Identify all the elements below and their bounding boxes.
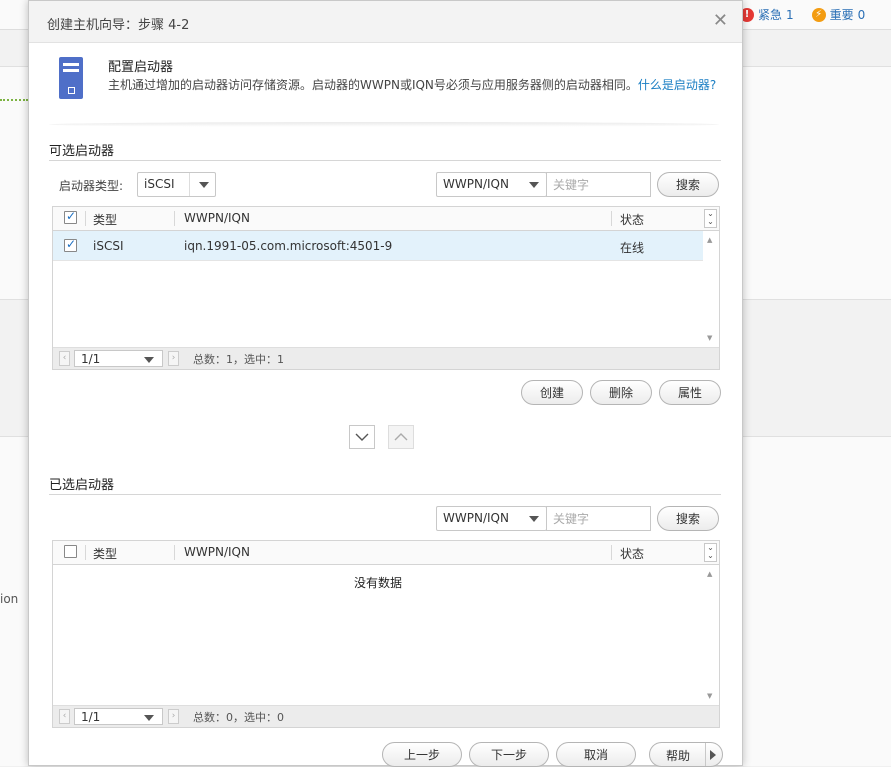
initiator-type-value: iSCSI xyxy=(144,177,175,191)
initiator-type-select[interactable]: iSCSI xyxy=(137,172,216,197)
chevron-down-icon xyxy=(189,173,215,196)
column-type[interactable]: 类型 xyxy=(93,545,117,562)
intro-description: 主机通过增加的启动器访问存储资源。启动器的WWPN或IQN号必须与应用服务器侧的… xyxy=(108,77,718,94)
column-wwpn[interactable]: WWPN/IQN xyxy=(184,211,250,225)
important-alert-count[interactable]: 0 xyxy=(858,8,866,22)
properties-button[interactable]: 属性 xyxy=(659,380,721,405)
next-page-icon[interactable]: › xyxy=(168,351,179,366)
scroll-down-icon[interactable]: ▼ xyxy=(707,692,712,700)
help-label[interactable]: 帮助 xyxy=(666,747,690,764)
dialog-header: 创建主机向导：步骤 4-2 ✕ xyxy=(29,1,742,43)
server-icon xyxy=(59,57,83,99)
row-status: 在线 xyxy=(620,241,645,255)
delete-button[interactable]: 删除 xyxy=(590,380,652,405)
pager-info: 总数：1，选中：1 xyxy=(193,353,284,366)
column-menu-icon[interactable]: ⌄ ⌄ xyxy=(704,543,717,562)
available-initiators-grid: 类型 WWPN/IQN 状态 ⌄⌄ iSCSI iqn.1991-05.com.… xyxy=(52,206,720,370)
column-menu-icon[interactable]: ⌄ ⌄ xyxy=(704,209,717,228)
page-select[interactable]: 1/1 xyxy=(74,350,163,367)
initiator-type-label: 启动器类型: xyxy=(59,179,124,193)
available-keyword-input[interactable] xyxy=(546,172,651,197)
available-search-button[interactable]: 搜索 xyxy=(657,172,719,197)
chevron-down-icon xyxy=(144,715,154,721)
available-pager: ‹ 1/1 › 总数：1，选中：1 xyxy=(53,347,719,369)
select-all-checkbox[interactable] xyxy=(64,545,77,558)
selected-filter-select[interactable]: WWPN/IQN xyxy=(436,506,547,531)
page-value: 1/1 xyxy=(81,710,101,724)
move-down-button[interactable] xyxy=(349,425,375,449)
column-status[interactable]: 状态 xyxy=(620,545,644,562)
dialog-title: 创建主机向导：步骤 4-2 xyxy=(47,18,190,33)
row-type: iSCSI xyxy=(93,239,124,253)
background-dotted-line xyxy=(0,99,28,101)
page-select[interactable]: 1/1 xyxy=(74,708,163,725)
row-wwpn: iqn.1991-05.com.microsoft:4501-9 xyxy=(184,239,393,253)
grid-header: 类型 WWPN/IQN 状态 ⌄⌄ xyxy=(53,541,719,565)
chevron-right-icon[interactable] xyxy=(710,750,716,760)
section-divider xyxy=(49,160,721,161)
page-value: 1/1 xyxy=(81,352,101,366)
selected-keyword-input[interactable] xyxy=(546,506,651,531)
column-status[interactable]: 状态 xyxy=(620,211,644,228)
scroll-up-icon[interactable]: ▲ xyxy=(707,570,712,578)
create-button[interactable]: 创建 xyxy=(521,380,583,405)
grid-header: 类型 WWPN/IQN 状态 ⌄⌄ xyxy=(53,207,719,231)
selected-initiators-grid: 类型 WWPN/IQN 状态 ⌄ ⌄ 没有数据 ▲ ▼ ‹ 1/1 › 总数：0，… xyxy=(52,540,720,728)
what-is-initiator-link[interactable]: 什么是启动器? xyxy=(638,78,716,92)
available-filter-value: WWPN/IQN xyxy=(443,177,509,191)
selected-pager: ‹ 1/1 › 总数：0，选中：0 xyxy=(53,705,719,727)
available-filter-select[interactable]: WWPN/IQN xyxy=(436,172,547,197)
alert-summary: ! 紧急 1 ⚡ 重要 0 xyxy=(740,6,865,23)
selected-filter-value: WWPN/IQN xyxy=(443,511,509,525)
urgent-alert-label[interactable]: 紧急 xyxy=(758,6,782,23)
help-split-button[interactable]: 帮助 xyxy=(649,742,723,767)
scroll-up-icon[interactable]: ▲ xyxy=(707,236,712,244)
selected-search-button[interactable]: 搜索 xyxy=(657,506,719,531)
empty-message: 没有数据 xyxy=(353,576,402,590)
chevron-down-icon xyxy=(355,433,369,441)
important-alert-label[interactable]: 重要 xyxy=(830,6,854,23)
selected-initiators-title: 已选启动器 xyxy=(49,478,115,493)
scroll-down-icon[interactable]: ▼ xyxy=(707,334,712,342)
chevron-down-icon xyxy=(520,507,546,530)
chevron-up-icon xyxy=(394,433,408,441)
cancel-button[interactable]: 取消 xyxy=(556,742,636,767)
pager-info: 总数：0，选中：0 xyxy=(193,711,284,724)
previous-step-button[interactable]: 上一步 xyxy=(382,742,462,767)
urgent-alert-count[interactable]: 1 xyxy=(786,8,794,22)
vertical-scrollbar[interactable]: ▲ ▼ xyxy=(703,565,719,705)
chevron-down-icon xyxy=(144,357,154,363)
create-host-wizard-dialog: 创建主机向导：步骤 4-2 ✕ 配置启动器 主机通过增加的启动器访问存储资源。启… xyxy=(28,0,743,767)
row-checkbox[interactable] xyxy=(64,237,77,252)
move-up-button[interactable] xyxy=(388,425,414,449)
prev-page-icon[interactable]: ‹ xyxy=(59,351,70,366)
intro-divider xyxy=(49,122,719,127)
prev-page-icon[interactable]: ‹ xyxy=(59,709,70,724)
section-divider xyxy=(49,494,721,495)
vertical-scrollbar[interactable]: ▲ ▼ xyxy=(703,231,719,347)
next-page-icon[interactable]: › xyxy=(168,709,179,724)
chevron-down-icon xyxy=(520,173,546,196)
intro-title: 配置启动器 xyxy=(108,60,174,75)
intro-panel: 配置启动器 主机通过增加的启动器访问存储资源。启动器的WWPN或IQN号必须与应… xyxy=(51,53,721,123)
background-text: ion xyxy=(0,592,19,606)
important-alert-icon[interactable]: ⚡ xyxy=(811,7,826,22)
select-all-checkbox[interactable] xyxy=(64,209,77,224)
column-type[interactable]: 类型 xyxy=(93,211,117,228)
intro-description-text: 主机通过增加的启动器访问存储资源。启动器的WWPN或IQN号必须与应用服务器侧的… xyxy=(108,78,638,92)
next-step-button[interactable]: 下一步 xyxy=(469,742,549,767)
column-wwpn[interactable]: WWPN/IQN xyxy=(184,545,250,559)
close-icon[interactable]: ✕ xyxy=(713,12,728,30)
available-initiators-title: 可选启动器 xyxy=(49,144,115,159)
table-row[interactable]: iSCSI iqn.1991-05.com.microsoft:4501-9 在… xyxy=(53,231,703,261)
